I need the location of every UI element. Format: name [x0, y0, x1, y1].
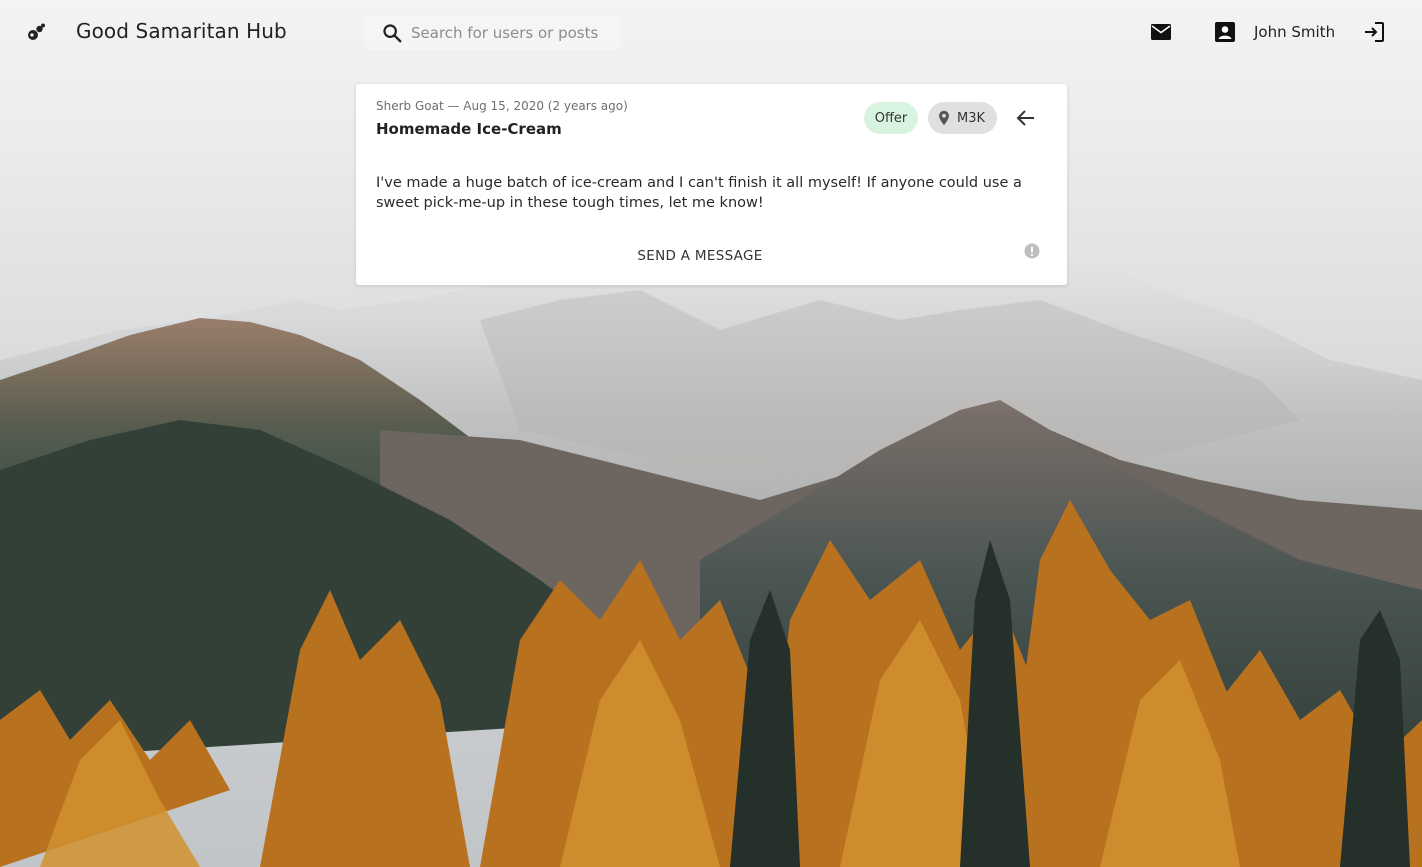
arrow-back-icon — [1016, 110, 1034, 126]
mail-button[interactable] — [1146, 18, 1176, 46]
report-button[interactable] — [1023, 242, 1041, 260]
post-meta: Sherb Goat — Aug 15, 2020 (2 years ago) — [376, 99, 628, 113]
post-card: Sherb Goat — Aug 15, 2020 (2 years ago) … — [356, 84, 1067, 285]
location-label: M3K — [957, 110, 986, 126]
post-type-chip: Offer — [864, 102, 918, 134]
search-bar[interactable] — [364, 15, 621, 50]
back-button[interactable] — [1012, 105, 1040, 131]
app-bar: Good Samaritan Hub John Smith — [0, 0, 1422, 64]
account-box-icon — [1210, 17, 1240, 47]
hands-heart-icon[interactable] — [24, 21, 48, 45]
search-input[interactable] — [411, 15, 616, 50]
location-pin-icon — [939, 110, 949, 126]
mail-icon — [1151, 24, 1171, 40]
location-chip: M3K — [928, 102, 997, 134]
profile-button[interactable]: John Smith — [1210, 16, 1335, 48]
report-icon — [1024, 243, 1040, 259]
logout-icon — [1365, 22, 1384, 42]
app-title[interactable]: Good Samaritan Hub — [76, 19, 287, 43]
user-name: John Smith — [1254, 23, 1336, 41]
post-body: I've made a huge batch of ice-cream and … — [376, 175, 1022, 211]
post-title: Homemade Ice-Cream — [376, 120, 562, 138]
send-message-button[interactable]: SEND A MESSAGE — [618, 242, 782, 270]
post-type-label: Offer — [874, 110, 908, 126]
search-icon — [381, 22, 403, 44]
logout-button[interactable] — [1359, 17, 1389, 47]
